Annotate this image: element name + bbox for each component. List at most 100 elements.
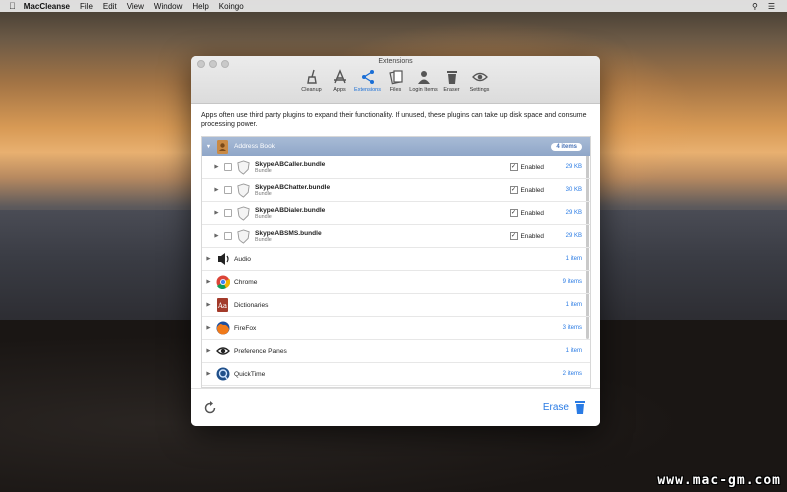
trash-icon <box>446 71 457 84</box>
group-row-chrome[interactable]: ▶ Chrome 9 items <box>202 271 590 294</box>
toolbar: Cleanup Apps Extensions Files Login Item… <box>191 69 600 93</box>
address-book-icon <box>215 139 230 154</box>
chevron-right-icon[interactable]: ▶ <box>213 164 220 170</box>
enabled-toggle[interactable]: ✓ Enabled <box>509 186 544 194</box>
group-count: 1 item <box>565 256 582 262</box>
window-title: Extensions <box>378 58 413 65</box>
chevron-right-icon[interactable]: ▶ <box>205 348 212 354</box>
toolbar-login-items[interactable]: Login Items <box>409 69 438 93</box>
menu-app-name[interactable]: MacCleanse <box>24 2 70 11</box>
select-checkbox[interactable] <box>224 186 232 194</box>
menu-help[interactable]: Help <box>192 2 208 11</box>
erase-button[interactable]: Erase <box>543 400 586 414</box>
group-row-audio[interactable]: ▶ Audio 1 item <box>202 248 590 271</box>
menu-view[interactable]: View <box>127 2 144 11</box>
enabled-toggle[interactable]: ✓ Enabled <box>509 209 544 217</box>
preference-pane-icon <box>215 344 230 359</box>
bundle-size: 30 KB <box>565 187 582 193</box>
chevron-right-icon[interactable]: ▶ <box>205 371 212 377</box>
extensions-window: Extensions Cleanup Apps Extensions Files… <box>191 56 600 426</box>
extensions-list[interactable]: ▼ Address Book 4 items ▶ SkypeABCaller.b… <box>201 136 591 388</box>
bundle-size: 29 KB <box>565 164 582 170</box>
enabled-toggle[interactable]: ✓ Enabled <box>509 232 544 240</box>
toolbar-settings[interactable]: Settings <box>467 69 492 93</box>
refresh-icon[interactable] <box>203 401 217 415</box>
group-row-firefox[interactable]: ▶ FireFox 3 items <box>202 317 590 340</box>
menu-bar:  MacCleanse File Edit View Window Help … <box>0 0 787 12</box>
apps-icon <box>333 69 346 84</box>
menu-window[interactable]: Window <box>154 2 182 11</box>
group-count: 2 items <box>562 371 582 377</box>
bundle-shield-icon <box>237 205 250 221</box>
group-name: FireFox <box>234 324 257 332</box>
group-count-badge: 4 items <box>551 142 582 151</box>
list-item[interactable]: ▶ SkypeABDialer.bundle Bundle ✓ Enabled 29… <box>202 202 590 225</box>
person-icon <box>417 71 430 84</box>
enabled-toggle[interactable]: ✓ Enabled <box>509 163 544 171</box>
menu-edit[interactable]: Edit <box>103 2 117 11</box>
select-checkbox[interactable] <box>224 232 232 240</box>
toolbar-cleanup[interactable]: Cleanup <box>299 69 324 93</box>
chrome-icon <box>215 275 230 290</box>
bundle-shield-icon <box>237 159 250 175</box>
apple-menu-icon[interactable]:  <box>9 1 16 11</box>
group-name: Audio <box>234 255 251 263</box>
audio-icon <box>215 252 230 267</box>
group-name: QuickTime <box>234 370 266 378</box>
window-footer: Erase <box>191 388 600 426</box>
list-item[interactable]: ▶ SkypeABCaller.bundle Bundle ✓ Enabled 29… <box>202 156 590 179</box>
svg-text:Aa: Aa <box>217 302 227 310</box>
watermark: www.mac-gm.com <box>657 473 781 488</box>
eye-icon <box>471 72 488 82</box>
firefox-icon <box>215 321 230 336</box>
window-titlebar: Extensions Cleanup Apps Extensions Files… <box>191 56 600 104</box>
trash-icon <box>575 401 585 414</box>
toolbar-eraser[interactable]: Eraser <box>439 69 464 93</box>
menu-file[interactable]: File <box>80 2 93 11</box>
checkmark-icon: ✓ <box>509 186 518 194</box>
menu-koingo[interactable]: Koingo <box>219 2 244 11</box>
chevron-right-icon[interactable]: ▶ <box>205 256 212 262</box>
group-count: 1 item <box>565 348 582 354</box>
spotlight-search-icon[interactable]: ⚲ <box>752 2 758 11</box>
group-row-quicktime[interactable]: ▶ QuickTime 2 items <box>202 363 590 386</box>
erase-label: Erase <box>542 401 569 413</box>
toolbar-apps[interactable]: Apps <box>327 69 352 93</box>
group-name: Dictionaries <box>234 301 269 309</box>
group-name: Address Book <box>234 143 276 150</box>
chevron-right-icon[interactable]: ▶ <box>205 279 212 285</box>
list-item[interactable]: ▶ SkypeABChatter.bundle Bundle ✓ Enabled 3… <box>202 179 590 202</box>
bundle-size: 29 KB <box>565 210 582 216</box>
group-row-address-book[interactable]: ▼ Address Book 4 items <box>202 137 590 156</box>
group-row-dictionaries[interactable]: ▶ Aa Dictionaries 1 item <box>202 294 590 317</box>
bundle-shield-icon <box>237 182 250 198</box>
bundle-shield-icon <box>237 228 250 244</box>
chevron-right-icon[interactable]: ▶ <box>205 302 212 308</box>
chevron-right-icon[interactable]: ▶ <box>213 210 220 216</box>
group-count: 3 items <box>562 325 582 331</box>
share-icon <box>361 70 374 84</box>
checkmark-icon: ✓ <box>509 163 518 171</box>
notification-center-icon[interactable]: ☰ <box>768 2 775 11</box>
chevron-right-icon[interactable]: ▶ <box>205 325 212 331</box>
files-icon <box>388 70 403 85</box>
list-item[interactable]: ▶ SkypeABSMS.bundle Bundle ✓ Enabled 29 KB <box>202 225 590 248</box>
chevron-right-icon[interactable]: ▶ <box>213 187 220 193</box>
checkmark-icon: ✓ <box>509 209 518 217</box>
bundle-size: 29 KB <box>565 233 582 239</box>
toolbar-files[interactable]: Files <box>383 69 408 93</box>
chevron-down-icon[interactable]: ▼ <box>205 144 212 150</box>
broom-icon <box>306 69 317 84</box>
group-name: Preference Panes <box>234 347 287 355</box>
group-count: 9 items <box>562 279 582 285</box>
toolbar-extensions[interactable]: Extensions <box>354 69 381 93</box>
quicktime-icon <box>215 367 230 382</box>
select-checkbox[interactable] <box>224 209 232 217</box>
checkmark-icon: ✓ <box>509 232 518 240</box>
group-row-preference-panes[interactable]: ▶ Preference Panes 1 item <box>202 340 590 363</box>
chevron-right-icon[interactable]: ▶ <box>213 233 220 239</box>
group-count: 1 item <box>565 302 582 308</box>
group-name: Chrome <box>234 278 258 286</box>
dictionary-icon: Aa <box>215 298 230 313</box>
select-checkbox[interactable] <box>224 163 232 171</box>
